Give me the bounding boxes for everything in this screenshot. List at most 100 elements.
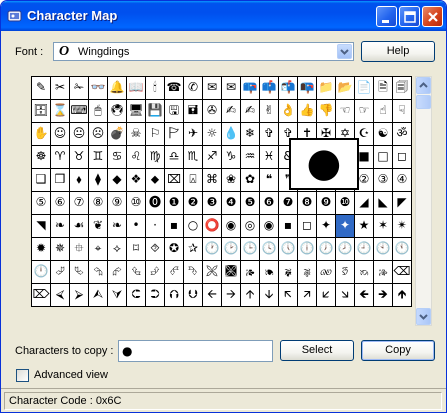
character-cell[interactable]: ▪ [279, 215, 298, 238]
character-cell[interactable]: 📂 [336, 77, 355, 100]
character-cell[interactable]: ☝ [374, 100, 393, 123]
character-cell[interactable]: ⮲ [89, 261, 108, 284]
character-cell[interactable]: ⮚ [70, 284, 89, 307]
character-cell[interactable]: ☎ [165, 77, 184, 100]
scroll-up-button[interactable] [416, 77, 431, 94]
character-cell[interactable]: ♋ [108, 146, 127, 169]
character-cell[interactable]: ◣ [374, 192, 393, 215]
font-dropdown-button[interactable] [337, 44, 352, 59]
character-cell[interactable]: ☙ [70, 215, 89, 238]
character-cell[interactable]: 🕯 [146, 77, 165, 100]
character-cell[interactable]: 🖲 [108, 100, 127, 123]
character-cell[interactable]: ❧ [51, 215, 70, 238]
character-cell[interactable]: 🗐 [393, 77, 412, 100]
minimize-button[interactable] [376, 6, 397, 27]
character-cell[interactable]: ✇ [203, 100, 222, 123]
character-cell[interactable]: ✦ [317, 215, 336, 238]
character-cell[interactable]: 📄 [355, 77, 374, 100]
character-cell[interactable]: ⬥ [146, 169, 165, 192]
character-cell[interactable]: 👓 [89, 77, 108, 100]
character-cell[interactable]: 🙓 [374, 261, 393, 284]
character-cell[interactable]: ⬧ [70, 169, 89, 192]
character-cell[interactable]: ⌧ [165, 169, 184, 192]
character-cell[interactable]: ⚐ [146, 123, 165, 146]
character-cell[interactable]: ☠ [127, 123, 146, 146]
character-cell[interactable]: ○ [184, 215, 203, 238]
character-cell[interactable]: ⑧ [89, 192, 108, 215]
maximize-button[interactable] [399, 6, 420, 27]
character-cell[interactable]: ♑ [222, 146, 241, 169]
character-cell[interactable]: ❦ [89, 215, 108, 238]
character-cell[interactable]: ⮱ [70, 261, 89, 284]
character-cell[interactable]: ❀ [222, 169, 241, 192]
character-cell[interactable]: 👎 [317, 100, 336, 123]
character-cell[interactable]: ☟ [393, 100, 412, 123]
character-cell[interactable]: ☼ [203, 123, 222, 146]
character-cell[interactable]: ⟡ [108, 238, 127, 261]
character-cell[interactable]: ♌ [127, 146, 146, 169]
character-cell[interactable]: ④ [393, 169, 412, 192]
character-cell[interactable]: ☞ [355, 100, 374, 123]
character-cell[interactable]: • [127, 215, 146, 238]
character-cell[interactable]: ♊ [89, 146, 108, 169]
character-cell[interactable]: 🕘 [355, 238, 374, 261]
character-cell[interactable]: 🗎 [374, 77, 393, 100]
character-cell[interactable]: 📪 [241, 77, 260, 100]
character-cell[interactable]: ⑦ [70, 192, 89, 215]
character-cell[interactable]: ❝ [260, 169, 279, 192]
character-cell[interactable]: ◢ [355, 192, 374, 215]
character-cell[interactable]: ❹ [222, 192, 241, 215]
character-cell[interactable]: ❷ [184, 192, 203, 215]
character-cell[interactable]: ⮘ [51, 284, 70, 307]
character-cell[interactable]: 🡭 [298, 284, 317, 307]
character-cell[interactable]: ❒ [51, 169, 70, 192]
character-cell[interactable]: 💾 [146, 100, 165, 123]
character-cell[interactable]: ☯ [374, 123, 393, 146]
character-cell[interactable]: ⓿ [146, 192, 165, 215]
character-cell[interactable]: ♉ [70, 146, 89, 169]
character-cell[interactable]: ❸ [203, 192, 222, 215]
character-cell[interactable]: ॐ [393, 123, 412, 146]
character-cell[interactable]: ✍ [222, 100, 241, 123]
character-cell[interactable]: 🖥 [127, 100, 146, 123]
character-cell[interactable]: ◉ [222, 215, 241, 238]
character-cell[interactable]: 💣 [108, 123, 127, 146]
character-cell[interactable]: 🕑 [222, 238, 241, 261]
character-cell[interactable]: 🙐 [317, 261, 336, 284]
character-cell[interactable]: ⮷ [184, 261, 203, 284]
character-cell[interactable]: ⌨ [70, 100, 89, 123]
character-cell[interactable]: ③ [374, 169, 393, 192]
close-button[interactable] [422, 6, 443, 27]
character-cell[interactable]: 🡹 [393, 284, 412, 307]
character-cell[interactable]: ✉ [203, 77, 222, 100]
character-cell[interactable]: 🏱 [165, 123, 184, 146]
character-cell[interactable]: 🡫 [260, 284, 279, 307]
character-cell[interactable]: ⮈ [127, 284, 146, 307]
character-cell[interactable]: ⌑ [127, 238, 146, 261]
copy-button[interactable]: Copy [361, 340, 435, 361]
character-cell[interactable]: ⮶ [165, 261, 184, 284]
character-cell[interactable]: 🡮 [336, 284, 355, 307]
character-cell[interactable]: ✪ [165, 238, 184, 261]
character-cell[interactable]: ❶ [165, 192, 184, 215]
character-cell[interactable]: ◎ [241, 215, 260, 238]
character-cell[interactable]: 🙕 [241, 261, 260, 284]
character-cell[interactable]: 🡯 [317, 284, 336, 307]
character-cell[interactable]: 📖 [127, 77, 146, 100]
character-cell[interactable]: 🕚 [393, 238, 412, 261]
advanced-view-label[interactable]: Advanced view [34, 369, 108, 381]
character-cell[interactable]: 📫 [260, 77, 279, 100]
character-cell[interactable]: ♎ [165, 146, 184, 169]
character-cell[interactable]: ✂ [51, 77, 70, 100]
character-cell[interactable]: ✰ [184, 238, 203, 261]
character-cell[interactable]: 🗄 [32, 100, 51, 123]
character-cell[interactable]: · [146, 215, 165, 238]
character-cell[interactable]: ◤ [393, 192, 412, 215]
character-cell[interactable]: 🙫 [222, 261, 241, 284]
character-cell[interactable]: ♈ [51, 146, 70, 169]
character-cell[interactable]: 🡺 [374, 284, 393, 307]
character-cell[interactable]: 🕙 [374, 238, 393, 261]
character-cell[interactable]: ⍓ [184, 169, 203, 192]
character-cell[interactable]: ❿ [336, 192, 355, 215]
character-cell[interactable]: ⭕ [203, 215, 222, 238]
